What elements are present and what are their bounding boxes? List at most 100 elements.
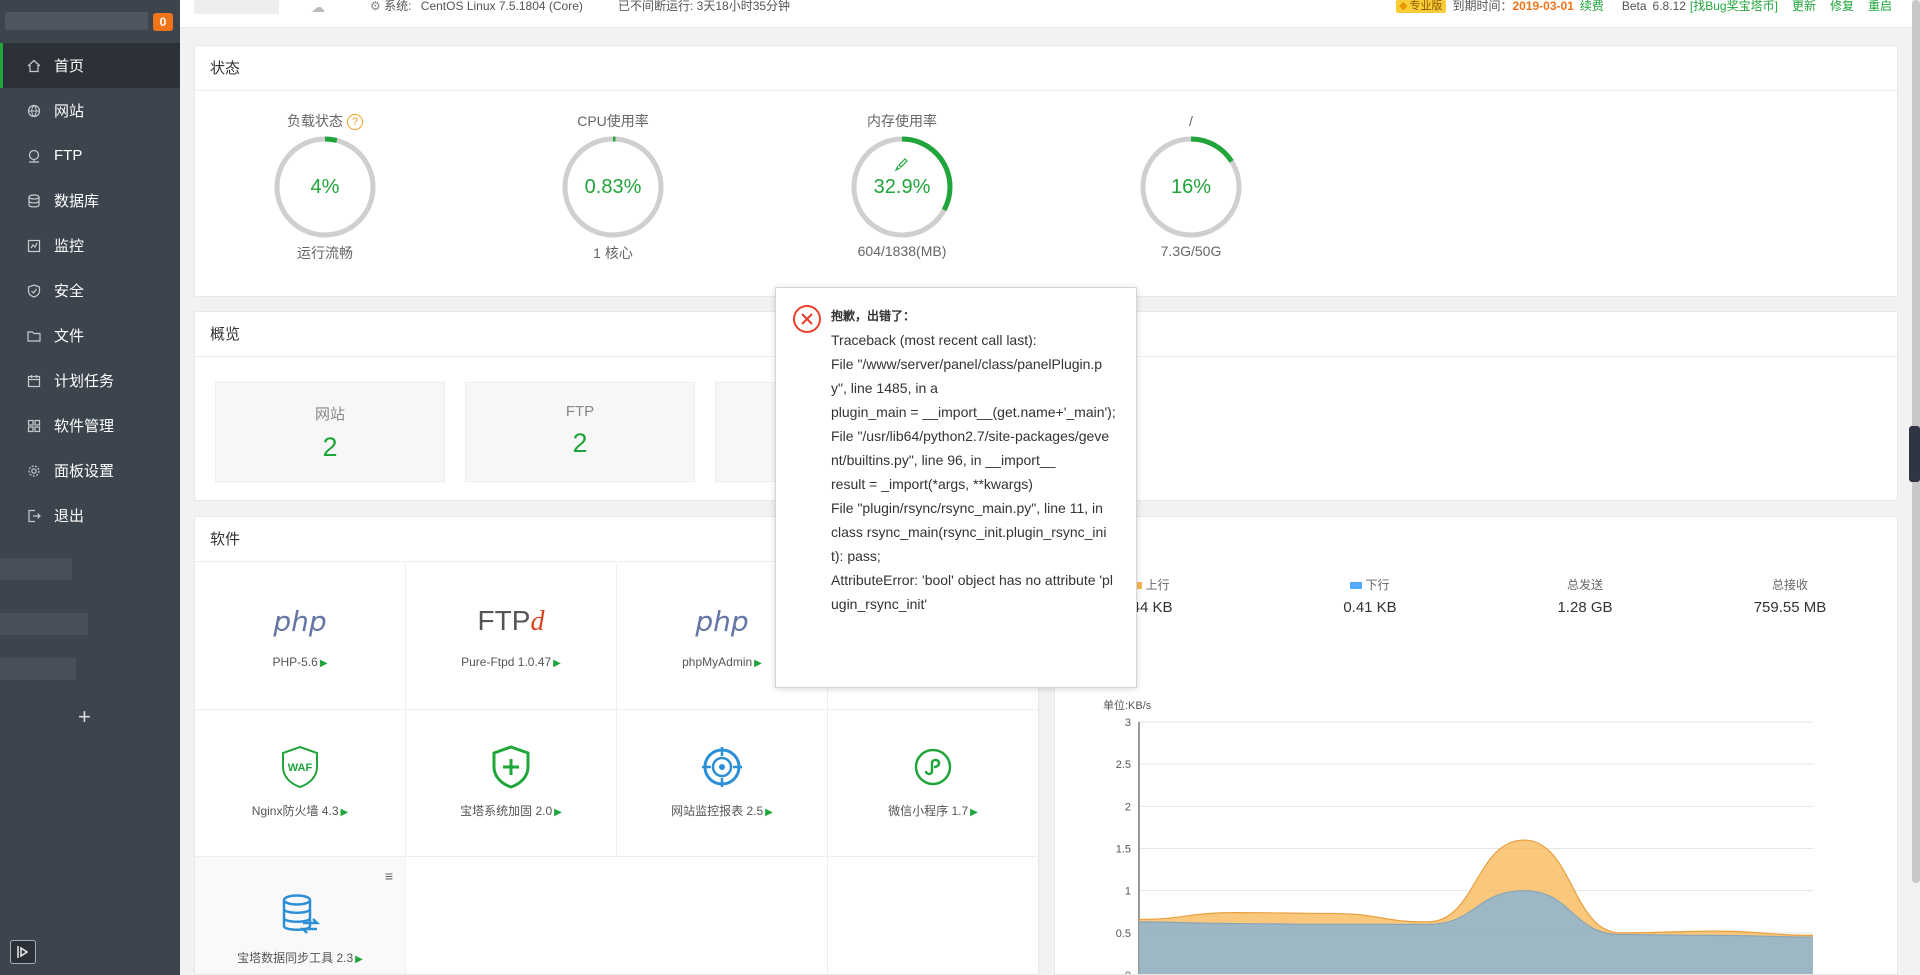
gauge-3[interactable]: / 16% 7.3G/50G <box>1091 111 1291 259</box>
sidebar-item-1[interactable]: 网站 <box>0 88 180 133</box>
sidebar-item-3[interactable]: 数据库 <box>0 178 180 223</box>
sidebar-item-label: 计划任务 <box>54 373 115 390</box>
collapse-sidebar-button[interactable] <box>10 940 36 964</box>
sidebar-item-5[interactable]: 安全 <box>0 268 180 313</box>
software-icon-wrap <box>406 738 616 798</box>
bug-bounty-link[interactable]: [找Bug奖宝塔币] <box>1690 0 1778 13</box>
gauge-value: 4% <box>310 176 340 198</box>
software-item[interactable]: 宝塔系统加固 2.0 ▶ <box>406 710 617 857</box>
restart-link[interactable]: 重启 <box>1868 0 1892 13</box>
sidebar-redacted-item <box>0 558 72 580</box>
sidebar-item-0[interactable]: 首页 <box>0 43 180 88</box>
logout-icon <box>27 509 41 523</box>
overview-card-sites[interactable]: 网站 2 <box>215 382 445 482</box>
software-item[interactable]: FTPd Pure-Ftpd 1.0.47 ▶ <box>406 563 617 710</box>
renew-link[interactable]: 续费 <box>1580 0 1604 13</box>
software-name: 微信小程序 1.7 <box>888 804 969 818</box>
gauge-title: CPU使用率 <box>577 113 649 129</box>
error-line: plugin_main = __import__(get.name+'_main… <box>831 404 1116 420</box>
traffic-stat-label-row: 下行 <box>1285 577 1455 593</box>
play-arrow-icon[interactable]: ▶ <box>320 658 328 669</box>
sidebar-item-label: 首页 <box>54 58 85 75</box>
play-arrow-icon[interactable]: ▶ <box>754 658 762 669</box>
software-item[interactable]: 网站监控报表 2.5 ▶ <box>617 710 828 857</box>
sidebar-item-10[interactable]: 退出 <box>0 493 180 538</box>
gauge-2[interactable]: 内存使用率 32.9% 604/1838(MB) <box>802 111 1002 259</box>
update-link[interactable]: 更新 <box>1792 0 1816 13</box>
gauge-0[interactable]: 负载状态? 4% 运行流畅 <box>225 111 425 263</box>
sidebar-menu: 首页网站 FTP 数据库监控安全文件计划任务软件管理面板设置退出 <box>0 43 180 538</box>
gear-icon: ⚙ <box>370 0 381 13</box>
overview-card-label: FTP <box>565 403 595 420</box>
overview-card-ftp[interactable]: FTP 2 <box>465 382 695 482</box>
pro-label: 专业版 <box>1409 0 1443 12</box>
folder-icon <box>27 329 41 343</box>
sidebar-item-7[interactable]: 计划任务 <box>0 358 180 403</box>
sidebar-item-label: 退出 <box>54 508 85 525</box>
sidebar-item-4[interactable]: 监控 <box>0 223 180 268</box>
gauge-value: 16% <box>1170 176 1212 198</box>
sidebar-item-label: 数据库 <box>54 193 100 210</box>
traffic-stat-label-row: 总发送 <box>1500 577 1670 593</box>
overview-card-value[interactable]: 2 <box>216 432 444 463</box>
sidebar-item-label: 软件管理 <box>54 418 115 435</box>
gauge-ring: 0.83% <box>561 135 665 239</box>
traffic-stat: 下行 0.41 KB <box>1285 577 1455 616</box>
software-item[interactable]: 宝塔数据同步工具 2.3 ▶ ≡ <box>195 857 406 974</box>
error-dialog: 抱歉，出错了： Traceback (most recent call last… <box>775 287 1137 688</box>
message-count-badge[interactable]: 0 <box>153 13 173 31</box>
gauge-ring: 32.9% <box>850 135 954 239</box>
gauge-value: 32.9% <box>873 176 931 198</box>
play-arrow-icon[interactable]: ▶ <box>765 807 773 818</box>
expire-date: 2019-03-01 <box>1512 0 1574 13</box>
sidebar-item-2[interactable]: FTP <box>0 133 180 178</box>
software-name-row: 宝塔系统加固 2.0 ▶ <box>406 802 616 819</box>
sidebar-redacted-item <box>0 613 88 635</box>
play-arrow-icon[interactable]: ▶ <box>553 658 561 669</box>
overview-card-value[interactable]: 2 <box>466 428 694 459</box>
play-arrow-icon[interactable]: ▶ <box>970 807 978 818</box>
system-info: ⚙ 系统: CentOS Linux 7.5.1804 (Core) <box>370 0 583 13</box>
y-tick-label: 2 <box>1125 801 1131 813</box>
gauge-ring: 16% <box>1139 135 1243 239</box>
shield-icon <box>27 283 41 298</box>
traffic-stat-value: 1.28 GB <box>1557 599 1613 616</box>
grid-icon <box>27 419 41 433</box>
software-item[interactable]: WAF Nginx防火墙 4.3 ▶ <box>195 710 406 857</box>
play-arrow-icon[interactable]: ▶ <box>341 807 349 818</box>
sidebar-item-label: 监控 <box>54 238 85 255</box>
sidebar-item-label: 面板设置 <box>54 463 115 480</box>
waf-shield-icon: WAF <box>280 745 320 792</box>
database-icon <box>27 193 41 208</box>
sidebar-item-6[interactable]: 文件 <box>0 313 180 358</box>
software-item[interactable]: 微信小程序 1.7 ▶ <box>828 710 1038 857</box>
y-tick-label: 2.5 <box>1116 759 1131 771</box>
sidebar: 0 首页网站 FTP 数据库监控安全文件计划任务软件管理面板设置退出 + <box>0 0 180 975</box>
gauge-title: 负载状态 <box>287 113 343 129</box>
topbar-actions: ◆ 专业版 到期时间： 2019-03-01 续费 Beta 6.8.12 [找B… <box>1395 0 1892 13</box>
traffic-stat-value: 0.41 KB <box>1343 599 1397 616</box>
software-icon-wrap: FTPd <box>406 591 616 651</box>
pro-badge[interactable]: ◆ 专业版 <box>1395 0 1447 13</box>
sidebar-item-label: 安全 <box>54 283 85 300</box>
sidebar-item-label: 文件 <box>54 328 85 345</box>
home-icon <box>27 59 41 73</box>
drag-menu-icon[interactable]: ≡ <box>385 869 393 883</box>
server-ip-redacted <box>5 12 148 30</box>
top-bar: ☁ ⚙ 系统: CentOS Linux 7.5.1804 (Core) 已不间… <box>180 0 1920 28</box>
play-arrow-icon[interactable]: ▶ <box>554 807 562 818</box>
software-item[interactable]: php PHP-5.6 ▶ <box>195 563 406 710</box>
sidebar-item-8[interactable]: 软件管理 <box>0 403 180 448</box>
software-empty-slot <box>617 857 828 974</box>
traffic-stat: 总发送 1.28 GB <box>1500 577 1670 616</box>
traffic-stats: 上行 .44 KB 下行 0.41 KB 总发送 1.28 GB 总接收 759.55 MB <box>1055 577 1897 627</box>
repair-link[interactable]: 修复 <box>1830 0 1854 13</box>
gauge-1[interactable]: CPU使用率 0.83% 1 核心 <box>513 111 713 263</box>
help-icon[interactable]: ? <box>347 114 363 131</box>
calendar-icon <box>27 374 41 388</box>
play-arrow-icon[interactable]: ▶ <box>355 954 363 965</box>
sidebar-item-9[interactable]: 面板设置 <box>0 448 180 493</box>
traffic-stat-label: 上行 <box>1145 578 1170 592</box>
add-shortcut-button[interactable]: + <box>78 706 91 728</box>
side-tool-handle[interactable] <box>1909 426 1920 482</box>
